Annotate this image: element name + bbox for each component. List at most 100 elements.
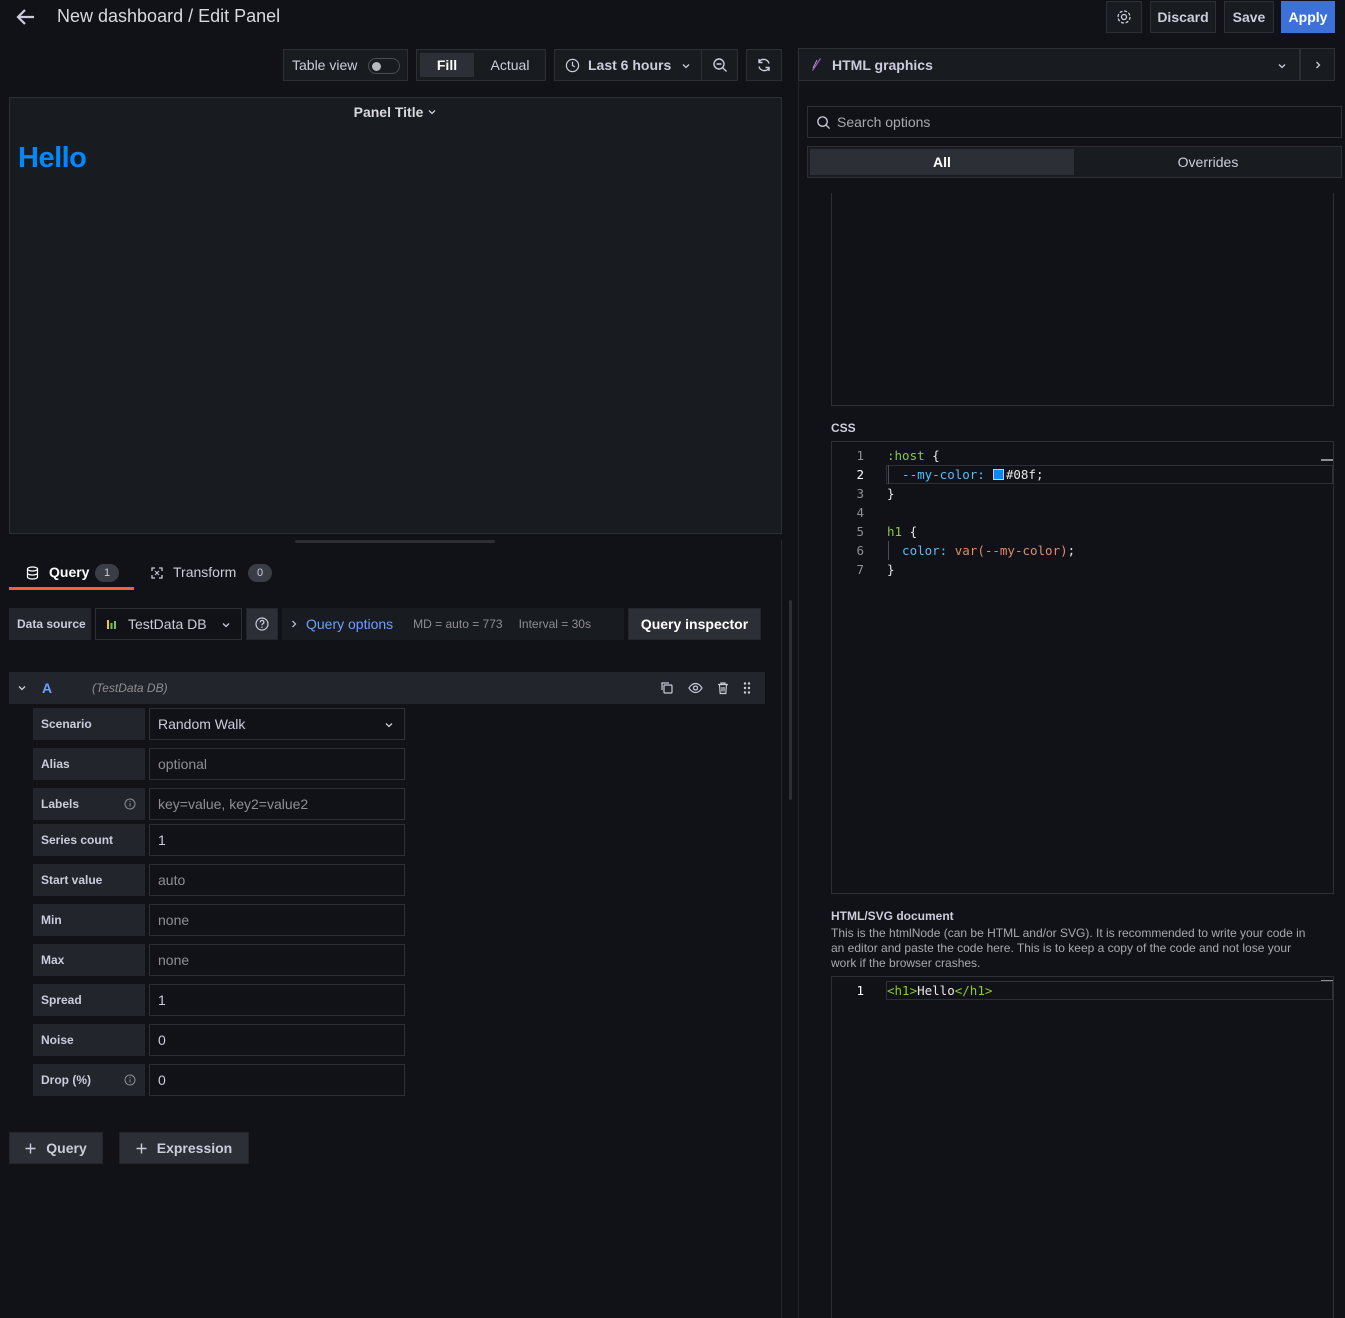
drop-value: 0 bbox=[158, 1072, 166, 1088]
visualization-picker[interactable]: HTML graphics bbox=[798, 48, 1300, 81]
toggle-switch[interactable] bbox=[368, 58, 400, 74]
chevron-right-icon bbox=[1314, 60, 1322, 70]
left-pane-border bbox=[781, 540, 782, 1318]
labels-label: Labels bbox=[33, 788, 145, 820]
collapse-chevron-icon[interactable] bbox=[17, 683, 27, 693]
panel-title[interactable]: Panel Title bbox=[10, 104, 781, 120]
apply-button[interactable]: Apply bbox=[1281, 1, 1335, 33]
code-editor-above[interactable] bbox=[831, 193, 1334, 406]
spread-input[interactable]: 1 bbox=[149, 984, 405, 1016]
visualization-icon bbox=[811, 58, 822, 71]
color-swatch[interactable] bbox=[992, 469, 1004, 480]
testdata-logo-icon bbox=[106, 618, 118, 630]
add-expression-button[interactable]: Expression bbox=[119, 1132, 249, 1164]
tab-transform[interactable]: Transform 0 bbox=[142, 560, 277, 590]
drag-handle-icon[interactable] bbox=[742, 681, 752, 695]
html-line-1: 1 <h1> Hello </h1> bbox=[856, 983, 993, 998]
add-query-button[interactable]: Query bbox=[9, 1132, 103, 1164]
css-line-1: 1:host { bbox=[856, 448, 940, 463]
css-line-4: 4 bbox=[856, 505, 864, 520]
scenario-select[interactable]: Random Walk bbox=[149, 708, 405, 740]
indent-guide bbox=[888, 465, 889, 484]
database-icon bbox=[26, 566, 39, 580]
tab-overrides[interactable]: Overrides bbox=[1076, 149, 1340, 175]
query-datasource-note: (TestData DB) bbox=[92, 681, 168, 695]
css-line-3: 3} bbox=[856, 486, 895, 501]
start-value-input[interactable]: auto bbox=[149, 864, 405, 896]
search-placeholder: Search options bbox=[837, 114, 931, 130]
tab-all[interactable]: All bbox=[810, 149, 1074, 175]
resize-handle[interactable] bbox=[295, 540, 495, 543]
series-count-input[interactable]: 1 bbox=[149, 824, 405, 856]
md-info: MD = auto = 773 bbox=[413, 617, 503, 631]
datasource-picker[interactable]: TestData DB bbox=[95, 608, 242, 640]
query-ref-id[interactable]: A bbox=[42, 680, 52, 696]
back-button[interactable] bbox=[14, 5, 40, 29]
series-count-value: 1 bbox=[158, 832, 166, 848]
drop-input[interactable]: 0 bbox=[149, 1064, 405, 1096]
html-editor[interactable]: 1 <h1> Hello </h1> bbox=[831, 976, 1334, 1318]
alias-placeholder: optional bbox=[158, 756, 208, 772]
css-line-6: 6 color: var(--my-color); bbox=[856, 543, 1076, 558]
max-label: Max bbox=[33, 944, 145, 976]
time-range-picker[interactable]: Last 6 hours bbox=[554, 49, 702, 81]
editor-minimap-marker bbox=[1321, 459, 1333, 461]
drop-label: Drop (%) bbox=[33, 1064, 145, 1096]
refresh-button[interactable] bbox=[746, 49, 782, 81]
alias-label: Alias bbox=[33, 748, 145, 780]
copy-icon[interactable] bbox=[660, 681, 674, 695]
chevron-down-icon bbox=[1277, 61, 1287, 71]
datasource-help-button[interactable] bbox=[246, 608, 278, 640]
noise-input[interactable]: 0 bbox=[149, 1024, 405, 1056]
time-range-label: Last 6 hours bbox=[588, 57, 672, 73]
labels-input[interactable]: key=value, key2=value2 bbox=[149, 788, 405, 820]
css-label: CSS bbox=[831, 421, 856, 435]
tab-query[interactable]: Query 1 bbox=[9, 560, 134, 590]
spread-label: Spread bbox=[33, 984, 145, 1016]
query-row-header[interactable]: A (TestData DB) bbox=[9, 672, 765, 704]
zoom-out-icon bbox=[712, 57, 728, 73]
table-view-toggle[interactable]: Table view bbox=[283, 49, 408, 81]
spread-value: 1 bbox=[158, 992, 166, 1008]
arrow-left-icon bbox=[14, 5, 38, 29]
plus-icon bbox=[25, 1143, 36, 1154]
min-input[interactable]: none bbox=[149, 904, 405, 936]
chevron-down-icon bbox=[384, 720, 394, 730]
add-expression-label: Expression bbox=[156, 1140, 233, 1156]
info-circle-icon[interactable] bbox=[124, 1074, 136, 1086]
question-circle-icon bbox=[255, 617, 269, 631]
css-line-7: 7} bbox=[856, 562, 895, 577]
settings-button[interactable] bbox=[1106, 1, 1142, 33]
indent-guide bbox=[888, 541, 889, 560]
zoom-out-button[interactable] bbox=[701, 49, 738, 81]
css-line-5: 5 h1 { bbox=[856, 524, 918, 539]
css-editor[interactable]: 1:host { 2 --my-color: #08f; 3} 4 5 h1 { 6… bbox=[831, 441, 1334, 894]
save-button[interactable]: Save bbox=[1224, 1, 1274, 33]
chevron-down-icon bbox=[427, 107, 437, 117]
search-options-input[interactable]: Search options bbox=[807, 106, 1342, 138]
query-options-toggle[interactable]: Query options MD = auto = 773 Interval =… bbox=[282, 608, 624, 640]
chevron-down-icon bbox=[681, 61, 691, 71]
page-title: New dashboard / Edit Panel bbox=[57, 6, 281, 26]
scenario-label: Scenario bbox=[33, 708, 145, 740]
info-circle-icon[interactable] bbox=[124, 798, 136, 810]
query-scrollbar[interactable] bbox=[789, 600, 792, 800]
query-inspector-button[interactable]: Query inspector bbox=[628, 608, 761, 640]
plus-icon bbox=[136, 1143, 147, 1154]
max-input[interactable]: none bbox=[149, 944, 405, 976]
alias-input[interactable]: optional bbox=[149, 748, 405, 780]
panel-preview: Panel Title Hello bbox=[9, 97, 782, 534]
actual-button[interactable]: Actual bbox=[477, 53, 543, 77]
tab-query-label: Query bbox=[49, 564, 90, 580]
eye-icon[interactable] bbox=[688, 681, 703, 695]
noise-value: 0 bbox=[158, 1032, 166, 1048]
start-value-label: Start value bbox=[33, 864, 145, 896]
transform-icon bbox=[150, 566, 164, 580]
fill-button[interactable]: Fill bbox=[420, 53, 474, 77]
trash-icon[interactable] bbox=[716, 681, 730, 695]
query-options-label: Query options bbox=[306, 616, 394, 632]
discard-button[interactable]: Discard bbox=[1150, 1, 1216, 33]
tab-transform-count: 0 bbox=[248, 564, 272, 582]
collapse-options-button[interactable] bbox=[1300, 48, 1335, 81]
add-query-label: Query bbox=[46, 1140, 87, 1156]
